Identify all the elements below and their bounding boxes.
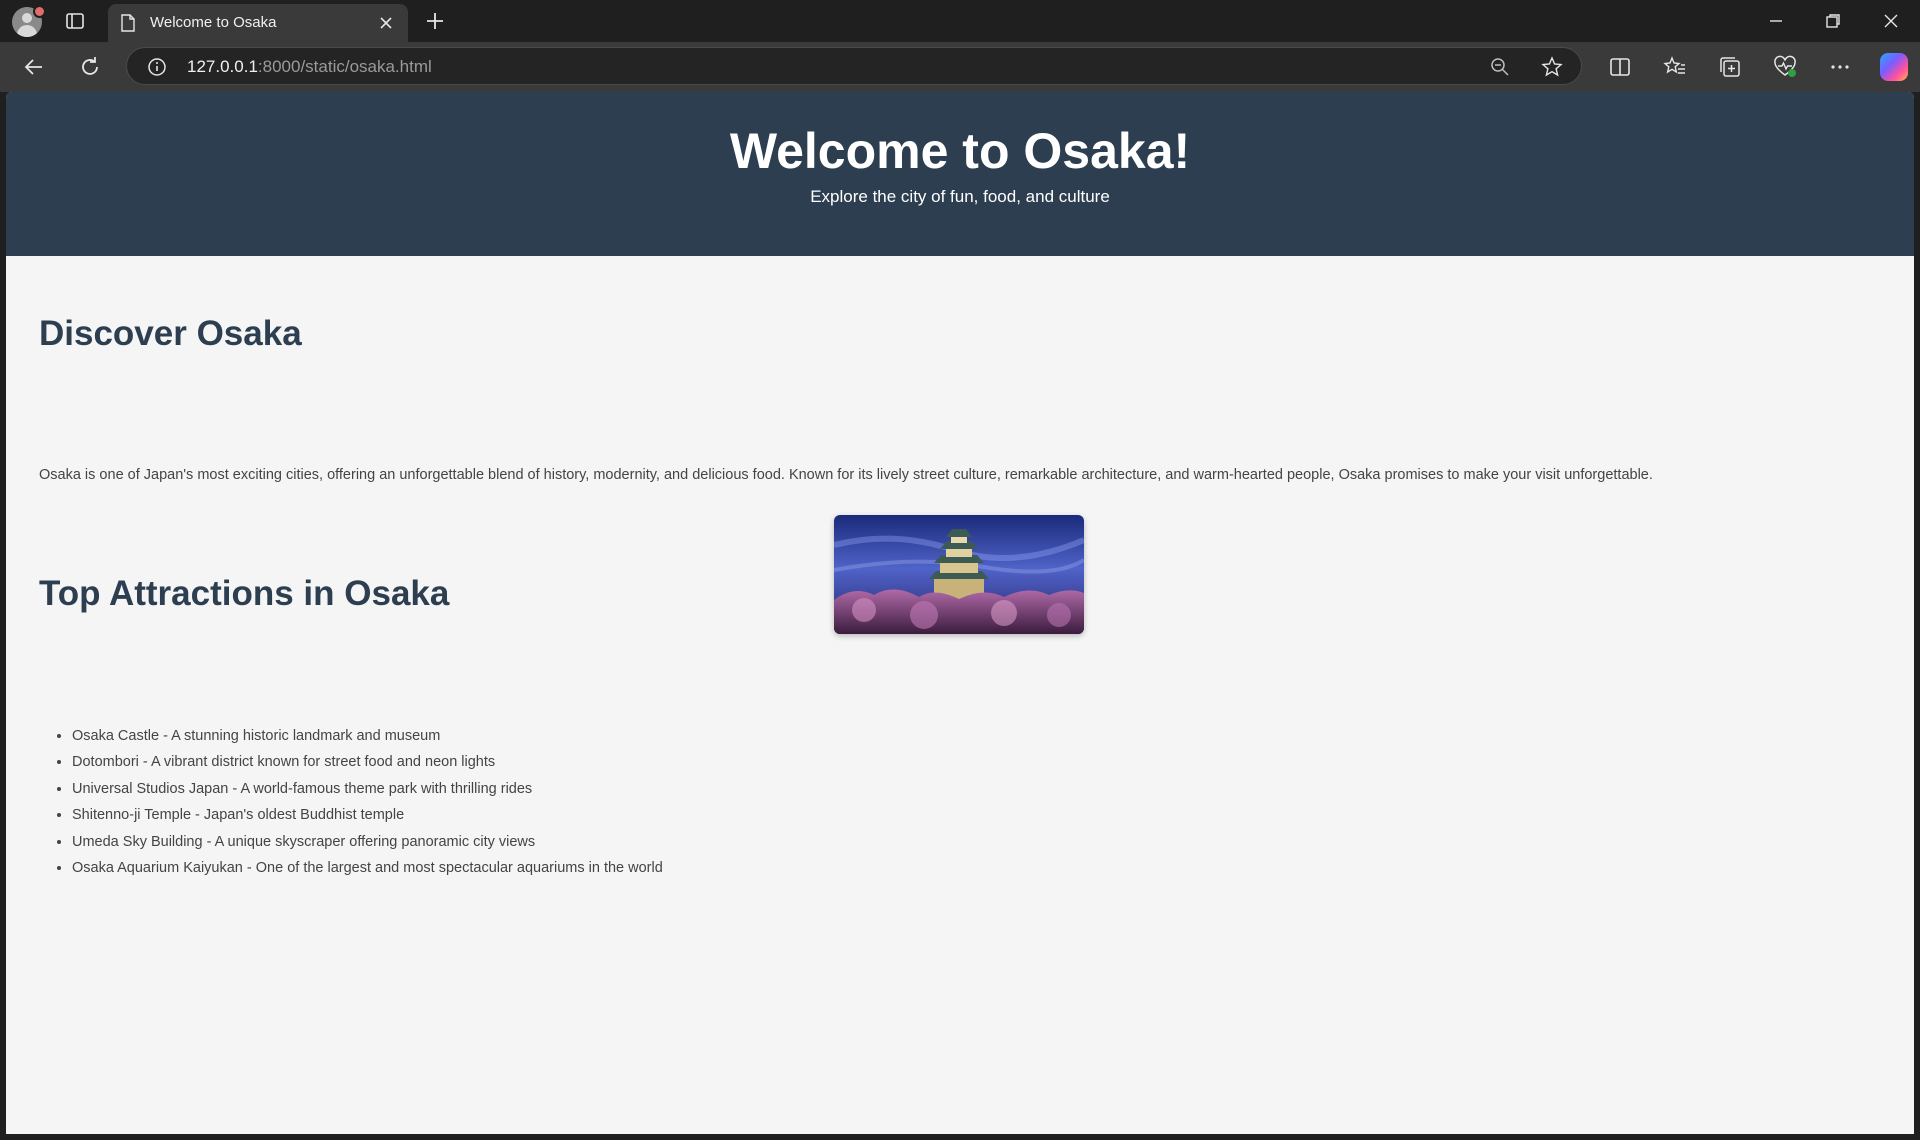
page-icon: [121, 14, 135, 32]
tab-title: Welcome to Osaka: [150, 14, 277, 31]
minimize-icon[interactable]: [1765, 10, 1787, 32]
back-icon[interactable]: [22, 55, 46, 79]
active-tab[interactable]: Welcome to Osaka: [108, 4, 408, 42]
more-options-icon[interactable]: [1828, 55, 1852, 79]
copilot-icon[interactable]: [1880, 53, 1908, 81]
list-item: Dotombori - A vibrant district known for…: [72, 749, 663, 775]
window-bottom-border: [0, 1134, 1920, 1140]
split-screen-icon[interactable]: [1608, 55, 1632, 79]
address-bar[interactable]: 127.0.0.1:8000/static/osaka.html: [126, 47, 1582, 85]
discover-paragraph: Osaka is one of Japan's most exciting ci…: [39, 467, 1653, 483]
favorite-star-icon[interactable]: [1541, 56, 1563, 78]
page-viewport: Welcome to Osaka! Explore the city of fu…: [6, 92, 1914, 1134]
list-item: Shitenno-ji Temple - Japan's oldest Budd…: [72, 802, 663, 828]
restore-icon[interactable]: [1822, 10, 1844, 32]
osaka-castle-photo: [834, 515, 1084, 634]
page-title: Welcome to Osaka!: [729, 123, 1191, 179]
url-path: :8000/static/osaka.html: [257, 57, 432, 76]
url-host: 127.0.0.1: [187, 57, 258, 76]
tab-strip: Welcome to Osaka: [0, 0, 1920, 42]
attractions-list: Osaka Castle - A stunning historic landm…: [39, 723, 663, 881]
url-text[interactable]: 127.0.0.1:8000/static/osaka.html: [187, 57, 432, 77]
collections-icon[interactable]: [1718, 55, 1742, 79]
attractions-heading: Top Attractions in Osaka: [39, 574, 450, 613]
browser-toolbar: 127.0.0.1:8000/static/osaka.html: [0, 42, 1920, 92]
page-subtitle: Explore the city of fun, food, and cultu…: [810, 187, 1110, 206]
list-item: Umeda Sky Building - A unique skyscraper…: [72, 829, 663, 855]
favorites-icon[interactable]: [1663, 55, 1687, 79]
site-info-icon[interactable]: [147, 57, 167, 77]
hero-banner: Welcome to Osaka! Explore the city of fu…: [6, 92, 1914, 256]
refresh-icon[interactable]: [78, 55, 102, 79]
list-item: Osaka Castle - A stunning historic landm…: [72, 723, 663, 749]
zoom-out-icon[interactable]: [1489, 56, 1511, 78]
profile-notification-dot: [33, 5, 46, 18]
close-tab-icon[interactable]: [378, 15, 394, 31]
close-window-icon[interactable]: [1880, 10, 1902, 32]
browser-essentials-icon[interactable]: [1773, 55, 1797, 79]
new-tab-icon[interactable]: [424, 10, 446, 32]
list-item: Universal Studios Japan - A world-famous…: [72, 776, 663, 802]
tab-actions-icon[interactable]: [64, 10, 86, 32]
list-item: Osaka Aquarium Kaiyukan - One of the lar…: [72, 855, 663, 881]
discover-heading: Discover Osaka: [39, 314, 302, 353]
